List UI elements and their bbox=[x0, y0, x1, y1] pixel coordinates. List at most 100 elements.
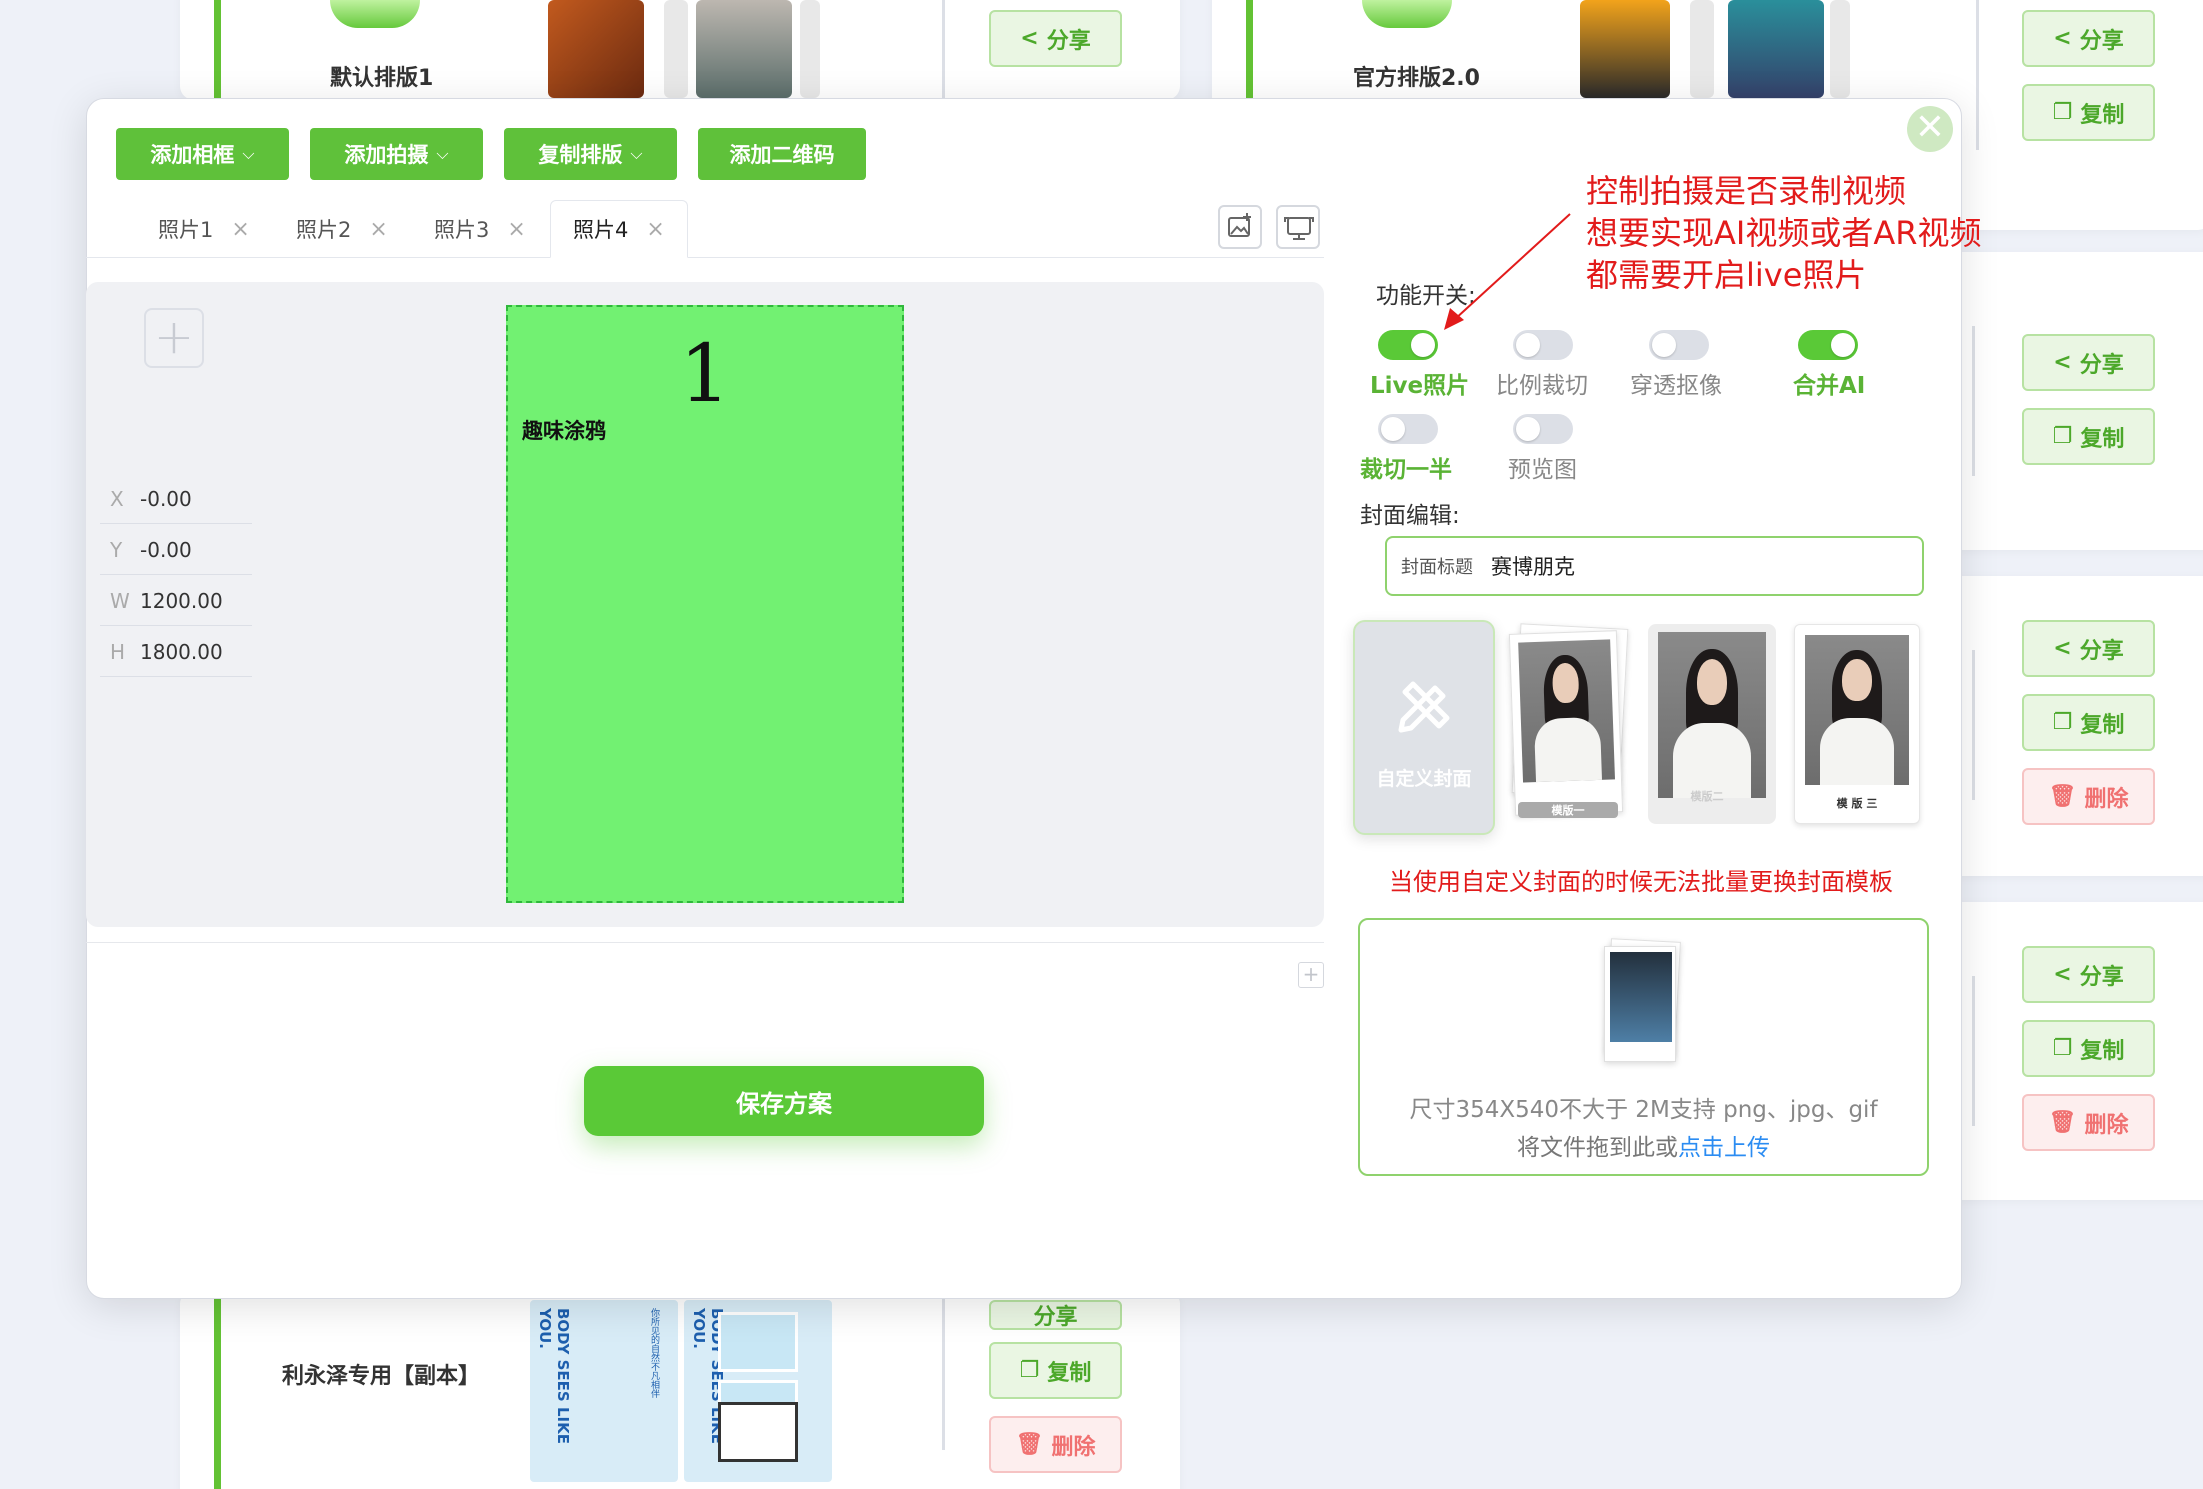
tab-photo-2[interactable]: 照片2 × bbox=[296, 200, 388, 258]
share-button[interactable]: < 分享 bbox=[2022, 620, 2155, 677]
portrait-image bbox=[1518, 639, 1615, 783]
share-icon: < bbox=[2053, 25, 2072, 51]
cover-upload-dropzone[interactable]: 尺寸354X540不大于 2M支持 png、jpg、gif 将文件拖到此或点击上… bbox=[1358, 918, 1929, 1176]
template-caption: 模 版 三 bbox=[1836, 797, 1878, 810]
copy-button[interactable]: ❐ 复制 bbox=[2022, 84, 2155, 141]
divider bbox=[86, 942, 1324, 943]
annotation-live-note: 控制拍摄是否录制视频 想要实现AI视频或者AR视频 都需要开启live照片 bbox=[1586, 172, 1982, 294]
share-button[interactable]: < 分享 bbox=[989, 10, 1122, 67]
photo-frame[interactable]: 1 趣味涂鸦 bbox=[506, 305, 904, 903]
layout-card bbox=[1942, 252, 2203, 550]
add-frame-button[interactable]: 添加相框 ⌵ bbox=[116, 128, 289, 180]
layout-thumbnail bbox=[548, 0, 644, 98]
divider bbox=[942, 0, 945, 100]
layout-thumbnail bbox=[1830, 0, 1850, 98]
copy-button[interactable]: ❐ 复制 bbox=[989, 1342, 1122, 1399]
cover-template-3[interactable]: 模 版 三 bbox=[1794, 624, 1920, 824]
chevron-down-icon: ⌵ bbox=[630, 144, 643, 163]
half-crop-label: 裁切一半 bbox=[1360, 457, 1452, 483]
trash-icon: 🗑 bbox=[2048, 783, 2077, 809]
cover-template-2[interactable]: 模版二 bbox=[1648, 624, 1776, 824]
trash-icon: 🗑 bbox=[2048, 1109, 2077, 1135]
coord-w: W 1200.00 bbox=[100, 576, 252, 626]
photo-tabs: 照片1 × 照片2 × 照片3 × 照片4 × bbox=[86, 200, 1324, 258]
layout-ribbon-icon bbox=[1362, 0, 1452, 28]
tab-photo-4[interactable]: 照片4 × bbox=[550, 200, 688, 258]
layout-thumbnail bbox=[800, 0, 820, 98]
delete-button[interactable]: 🗑 删除 bbox=[2022, 1094, 2155, 1151]
layout-thumbnail: BODY SEES LIKE YOU. 你所见的自然不凡相伴 bbox=[528, 1298, 680, 1484]
cover-title-input[interactable]: 封面标题 赛博朋克 bbox=[1385, 536, 1924, 596]
layout-thumbnail bbox=[696, 0, 792, 98]
card-accent-bar bbox=[214, 1290, 221, 1489]
matting-toggle[interactable] bbox=[1649, 330, 1709, 360]
delete-button[interactable]: 🗑 删除 bbox=[989, 1416, 1122, 1473]
layout-thumbnail bbox=[664, 0, 688, 98]
click-upload-link[interactable]: 点击上传 bbox=[1678, 1135, 1770, 1161]
merge-ai-toggle[interactable] bbox=[1798, 330, 1858, 360]
add-icon[interactable]: + bbox=[1298, 962, 1324, 988]
share-icon: < bbox=[2053, 961, 2072, 987]
trash-icon: 🗑 bbox=[1015, 1431, 1044, 1457]
upload-instruction: 将文件拖到此或点击上传 bbox=[1517, 1135, 1770, 1161]
divider bbox=[1976, 0, 1979, 150]
add-qrcode-button[interactable]: 添加二维码 bbox=[698, 128, 866, 180]
coord-h: H 1800.00 bbox=[100, 627, 252, 677]
pencil-ruler-icon bbox=[1398, 681, 1450, 733]
divider bbox=[942, 1290, 945, 1450]
share-button[interactable]: < 分享 bbox=[2022, 10, 2155, 67]
merge-ai-label: 合并AI bbox=[1793, 373, 1866, 399]
close-icon[interactable]: × bbox=[369, 217, 387, 242]
image-settings-icon[interactable] bbox=[1218, 205, 1262, 249]
poster-text: BODY SEES LIKE YOU. bbox=[536, 1308, 572, 1444]
share-icon: < bbox=[2053, 635, 2072, 661]
add-element-button[interactable]: + bbox=[144, 308, 204, 368]
cover-edit-title: 封面编辑: bbox=[1360, 503, 1460, 529]
coord-x-value[interactable]: -0.00 bbox=[140, 487, 192, 511]
share-button[interactable]: 分享 bbox=[989, 1300, 1122, 1330]
template-caption: 模版二 bbox=[1690, 790, 1724, 803]
copy-icon: ❐ bbox=[2052, 1035, 2073, 1061]
add-shoot-button[interactable]: 添加拍摄 ⌵ bbox=[310, 128, 483, 180]
copy-button[interactable]: ❐ 复制 bbox=[2022, 694, 2155, 751]
copy-button[interactable]: ❐ 复制 bbox=[2022, 1020, 2155, 1077]
custom-cover-button[interactable]: 自定义封面 bbox=[1353, 620, 1495, 835]
half-crop-toggle[interactable] bbox=[1378, 414, 1438, 444]
share-icon: < bbox=[1020, 25, 1039, 51]
annotation-custom-cover-note: 当使用自定义封面的时候无法批量更换封面模板 bbox=[1389, 868, 1893, 896]
live-photo-toggle[interactable] bbox=[1378, 330, 1438, 360]
upload-preview-image bbox=[1602, 938, 1681, 1062]
layout-thumbnail bbox=[1690, 0, 1714, 98]
coord-y: Y -0.00 bbox=[100, 525, 252, 575]
card-accent-bar bbox=[214, 0, 221, 100]
delete-button[interactable]: 🗑 删除 bbox=[2022, 768, 2155, 825]
close-icon[interactable]: × bbox=[646, 217, 664, 242]
cover-template-1[interactable]: 模版一 bbox=[1508, 623, 1630, 829]
copy-icon: ❐ bbox=[2052, 709, 2073, 735]
tab-photo-3[interactable]: 照片3 × bbox=[434, 200, 526, 258]
layout-name: 利永泽专用【副本】 bbox=[282, 1364, 481, 1389]
share-icon: < bbox=[2053, 349, 2072, 375]
share-button[interactable]: < 分享 bbox=[2022, 946, 2155, 1003]
close-icon[interactable]: × bbox=[231, 217, 249, 242]
screen-record-icon[interactable] bbox=[1276, 205, 1320, 249]
chevron-down-icon: ⌵ bbox=[436, 144, 449, 163]
portrait-image bbox=[1658, 632, 1766, 798]
close-icon[interactable]: × bbox=[507, 217, 525, 242]
tab-photo-1[interactable]: 照片1 × bbox=[158, 200, 250, 258]
layout-thumbnail bbox=[1580, 0, 1670, 98]
share-button[interactable]: < 分享 bbox=[2022, 334, 2155, 391]
coord-w-value[interactable]: 1200.00 bbox=[140, 589, 223, 613]
layout-ribbon-icon bbox=[330, 0, 420, 28]
preview-label: 预览图 bbox=[1508, 457, 1577, 483]
copy-icon: ❐ bbox=[1019, 1357, 1040, 1383]
preview-toggle[interactable] bbox=[1513, 414, 1573, 444]
coord-y-value[interactable]: -0.00 bbox=[140, 538, 192, 562]
portrait-image bbox=[1805, 635, 1909, 785]
save-plan-button[interactable]: 保存方案 bbox=[584, 1066, 984, 1136]
close-icon[interactable]: ✕ bbox=[1907, 106, 1953, 152]
copy-layout-button[interactable]: 复制排版 ⌵ bbox=[504, 128, 677, 180]
copy-button[interactable]: ❐ 复制 bbox=[2022, 408, 2155, 465]
photo-label: 趣味涂鸦 bbox=[522, 419, 606, 443]
coord-h-value[interactable]: 1800.00 bbox=[140, 640, 223, 664]
